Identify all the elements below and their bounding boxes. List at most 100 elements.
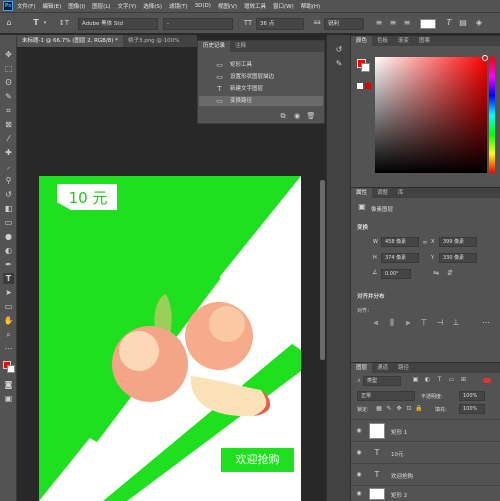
tab-channels[interactable]: 通道	[372, 363, 393, 373]
lasso-tool-icon[interactable]: ʘ	[3, 77, 14, 88]
snapshot-camera-icon[interactable]: ◉	[292, 111, 302, 121]
gradient-tool-icon[interactable]: ▭	[3, 217, 14, 228]
tab-paths[interactable]: 路径	[393, 363, 414, 373]
font-style-select[interactable]: -	[163, 18, 233, 30]
layer-row[interactable]: ◉ T 10元	[351, 441, 500, 463]
menu-filter[interactable]: 滤镜(T)	[169, 2, 188, 10]
type-tool-icon[interactable]: T	[30, 18, 42, 28]
layer-row[interactable]: ◉ 矩形 2	[351, 485, 500, 501]
tab-color[interactable]: 颜色	[351, 36, 373, 46]
move-tool-icon[interactable]: ✥	[3, 49, 14, 60]
pen-tool-icon[interactable]: ✒	[3, 259, 14, 270]
layer-filter-select[interactable]: 类型	[363, 376, 401, 386]
blur-tool-icon[interactable]: ●	[3, 231, 14, 242]
antialias-select[interactable]: 锐利	[324, 18, 364, 30]
align-top-edges-icon[interactable]: ⊤	[419, 318, 429, 328]
path-select-tool-icon[interactable]: ➤	[3, 287, 14, 298]
tab-document-active[interactable]: 未标题-1 @ 66.7% (图层 2, RGB/8) *	[17, 35, 123, 47]
history-item[interactable]: ▭ 设置形状图层描边	[199, 72, 323, 82]
buy-now-button[interactable]: 欢迎抢购	[221, 448, 294, 472]
history-panel-icon[interactable]: ↺	[333, 45, 345, 55]
lock-position-icon[interactable]: ✥	[395, 404, 403, 414]
quick-select-tool-icon[interactable]: ✎	[3, 91, 14, 102]
x-field[interactable]: 399 像素	[439, 237, 477, 247]
tab-gradients[interactable]: 渐变	[393, 36, 414, 46]
menu-help[interactable]: 帮助(H)	[301, 2, 320, 10]
font-size-field[interactable]: 36 点	[256, 18, 304, 30]
brush-tool-icon[interactable]: ⸝	[3, 161, 14, 172]
notes-panel-icon[interactable]: ✎	[333, 59, 345, 69]
menu-image[interactable]: 图像(I)	[68, 2, 85, 10]
align-right-edges-icon[interactable]: ⫸	[403, 318, 413, 328]
tab-history[interactable]: 历史记录	[198, 41, 231, 52]
menu-type[interactable]: 文字(Y)	[118, 2, 137, 10]
text-orientation-icon[interactable]: ↕T	[58, 18, 70, 28]
align-left-edges-icon[interactable]: ⫷	[371, 318, 381, 328]
lock-all-icon[interactable]: 🔒	[415, 404, 423, 414]
visibility-eye-icon[interactable]: ◉	[355, 470, 363, 480]
3d-icon[interactable]: ◈	[474, 18, 484, 28]
background-color-chip[interactable]	[361, 63, 370, 72]
lock-artboard-icon[interactable]: ⊡	[405, 404, 413, 414]
text-color-swatch[interactable]	[420, 19, 436, 29]
more-tools-icon[interactable]: ⋯	[3, 343, 14, 354]
align-vertical-centers-icon[interactable]: ⊣	[435, 318, 445, 328]
tab-notes[interactable]: 注释	[230, 41, 251, 52]
menu-select[interactable]: 选择(S)	[143, 2, 162, 10]
align-bottom-edges-icon[interactable]: ⊥	[451, 318, 461, 328]
type-tool-icon-active[interactable]: T	[3, 273, 14, 284]
screen-mode-icon[interactable]: ▣	[3, 393, 14, 404]
crop-tool-icon[interactable]: ⌗	[3, 105, 14, 116]
color-picker-field[interactable]	[375, 57, 487, 173]
lock-transparent-icon[interactable]: ▦	[375, 404, 383, 414]
rectangle-tool-icon[interactable]: ▭	[3, 301, 14, 312]
eraser-tool-icon[interactable]: ◧	[3, 203, 14, 214]
filter-type-icon[interactable]: T	[435, 375, 444, 385]
flip-horizontal-icon[interactable]: ⇋	[431, 268, 441, 278]
layer-row[interactable]: ◉ 矩形 1	[351, 419, 500, 441]
align-left-icon[interactable]: ≡	[374, 18, 384, 28]
history-item-selected[interactable]: ▭ 变换路径	[199, 96, 323, 106]
blend-mode-select[interactable]: 正常	[357, 391, 415, 401]
filter-smart-object-icon[interactable]: ⊞	[459, 375, 468, 385]
filter-adjustment-icon[interactable]: ◐	[423, 375, 432, 385]
filter-pixel-icon[interactable]: ▣	[411, 375, 420, 385]
history-item[interactable]: ▭ 矩形工具	[199, 60, 323, 70]
visibility-eye-icon[interactable]: ◉	[355, 448, 363, 458]
y-field[interactable]: 330 像素	[439, 253, 477, 263]
history-item[interactable]: T 新建文字图层	[199, 84, 323, 94]
color-picker-handle[interactable]	[482, 55, 488, 61]
healing-brush-tool-icon[interactable]: ✚	[3, 147, 14, 158]
filter-toggle[interactable]	[483, 378, 491, 383]
tab-patterns[interactable]: 图案	[414, 36, 435, 46]
tab-properties[interactable]: 属性	[351, 188, 373, 198]
tab-libraries[interactable]: 库	[393, 188, 409, 198]
align-center-icon[interactable]: ≡	[388, 18, 398, 28]
tab-adjustments[interactable]: 调整	[372, 188, 393, 198]
menu-view[interactable]: 视图(V)	[218, 2, 237, 10]
poster-canvas[interactable]: 10 元 欢迎抢购	[39, 176, 301, 501]
price-tag[interactable]: 10 元	[57, 184, 117, 210]
quick-mask-icon[interactable]: ◙	[3, 379, 14, 390]
tab-document-peach[interactable]: 桃子3.png @ 100%	[123, 35, 184, 47]
link-icon[interactable]: ∞	[421, 238, 429, 248]
marquee-tool-icon[interactable]: ⬚	[3, 63, 14, 74]
home-icon[interactable]: ⌂	[4, 18, 14, 28]
trash-icon[interactable]: 🗑	[306, 111, 316, 121]
hue-slider[interactable]	[489, 57, 495, 173]
visibility-eye-icon[interactable]: ◉	[355, 489, 363, 499]
width-field[interactable]: 458 像素	[381, 237, 419, 247]
align-right-icon[interactable]: ≡	[402, 18, 412, 28]
tab-swatches[interactable]: 色板	[372, 36, 393, 46]
height-field[interactable]: 374 像素	[381, 253, 419, 263]
zoom-tool-icon[interactable]: ⌕	[3, 329, 14, 340]
menu-plugins[interactable]: 增效工具	[244, 2, 266, 10]
history-brush-tool-icon[interactable]: ↺	[3, 189, 14, 200]
menu-file[interactable]: 文件(F)	[17, 2, 35, 10]
flip-vertical-icon[interactable]: ⇵	[445, 268, 455, 278]
filter-shape-icon[interactable]: ▭	[447, 375, 456, 385]
font-family-select[interactable]: Adobe 黑体 Std	[78, 18, 158, 30]
character-panel-icon[interactable]: ▤	[458, 18, 468, 28]
transform-section-title[interactable]: 变换	[357, 223, 368, 231]
opacity-field[interactable]: 100%	[459, 391, 485, 401]
